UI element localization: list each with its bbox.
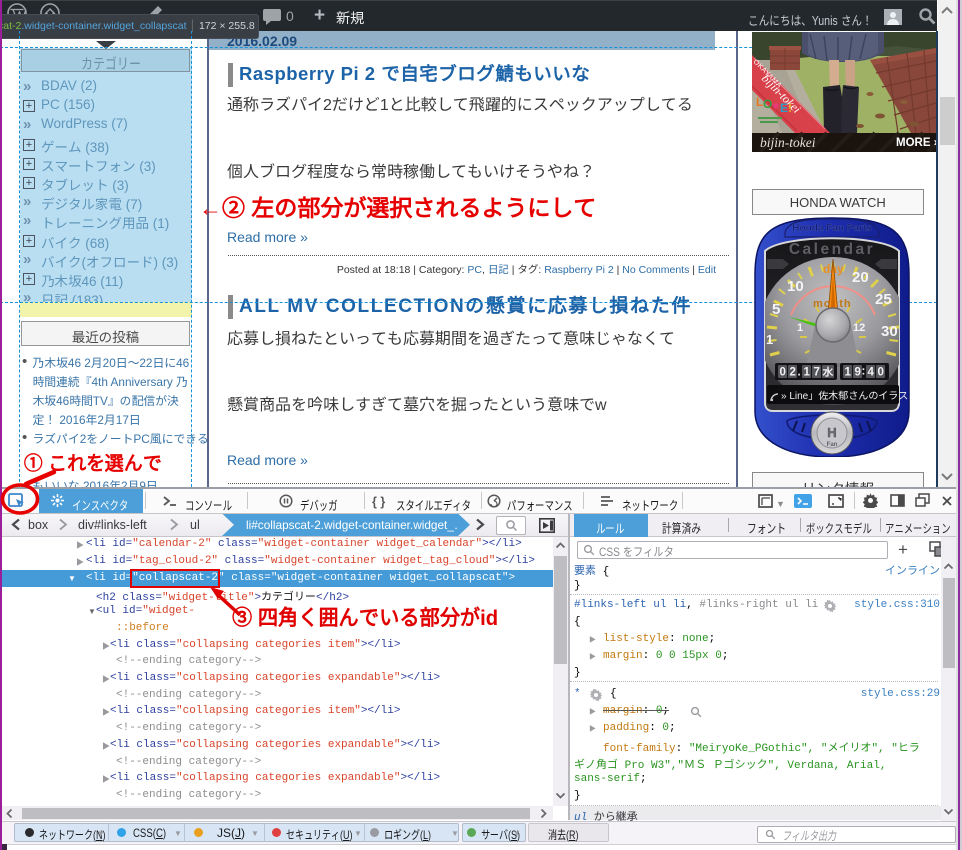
svg-text:30: 30 <box>881 323 898 340</box>
svg-text:5: 5 <box>772 301 780 318</box>
svg-text:10: 10 <box>787 278 804 295</box>
svg-text:bijin-tokei: bijin-tokei <box>760 135 816 150</box>
svg-text:4: 4 <box>868 367 875 379</box>
svg-text:0: 0 <box>780 367 786 379</box>
svg-text:!: ! <box>788 101 792 115</box>
svg-text:20: 20 <box>852 269 869 286</box>
svg-text:1: 1 <box>797 322 803 334</box>
svg-text:1: 1 <box>845 367 852 379</box>
svg-text:Calendar: Calendar <box>789 241 875 258</box>
svg-text:» Line」佐木郁さんのイラスト: » Line」佐木郁さんのイラスト <box>781 390 911 402</box>
svg-text::: : <box>862 366 866 378</box>
svg-text:.: . <box>798 367 801 379</box>
svg-text:1: 1 <box>766 332 773 347</box>
svg-text:7: 7 <box>814 367 820 379</box>
svg-text:Honda Fan Parts: Honda Fan Parts <box>792 223 872 234</box>
svg-text:E: E <box>780 101 788 115</box>
svg-text:12: 12 <box>853 322 865 334</box>
svg-text:♥: ♥ <box>772 99 779 113</box>
svg-text:O: O <box>763 97 772 111</box>
svg-text:水: 水 <box>822 365 834 380</box>
svg-text:9: 9 <box>855 367 861 379</box>
svg-text:25: 25 <box>875 291 892 308</box>
svg-text:MORE ›: MORE › <box>896 137 936 149</box>
svg-text:Fan: Fan <box>827 442 838 448</box>
svg-text:H: H <box>827 425 836 440</box>
svg-text:0: 0 <box>878 367 884 379</box>
svg-text:2: 2 <box>790 367 796 379</box>
svg-text:1: 1 <box>804 367 811 379</box>
